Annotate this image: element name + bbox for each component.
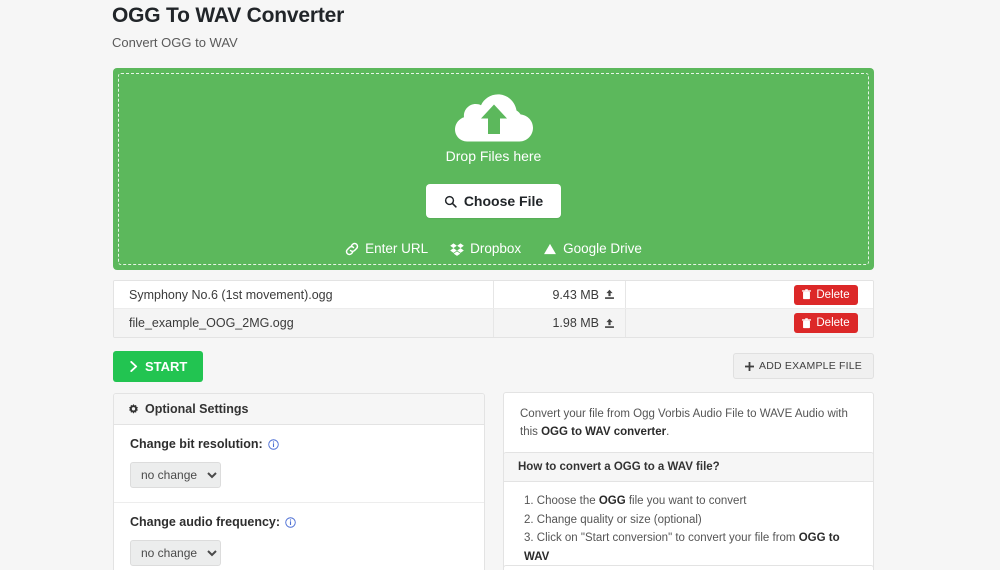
- file-action-cell: Delete: [787, 309, 873, 337]
- delete-label: Delete: [816, 288, 850, 301]
- choose-file-label: Choose File: [463, 193, 544, 209]
- dropbox-label: Dropbox: [470, 241, 522, 256]
- page-subtitle: Convert OGG to WAV: [112, 35, 238, 50]
- setting-bit-resolution: Change bit resolution: no change: [114, 425, 484, 503]
- search-icon: [444, 195, 457, 208]
- enter-url-label: Enter URL: [365, 241, 429, 256]
- howto-title: How to convert a OGG to a WAV file?: [504, 453, 873, 482]
- page-title: OGG To WAV Converter: [112, 4, 345, 27]
- step-pre: Change quality or size (optional): [536, 513, 702, 526]
- file-size-label: 1.98 MB: [552, 316, 599, 330]
- plus-icon: [745, 361, 755, 371]
- step-number: 1.: [524, 495, 534, 507]
- choose-file-button[interactable]: Choose File: [425, 184, 562, 218]
- optional-settings-label: Optional Settings: [145, 402, 249, 416]
- setting-audio-frequency-label-row: Change audio frequency:: [130, 515, 468, 529]
- optional-settings-panel: Optional Settings Change bit resolution:…: [113, 393, 485, 570]
- step-bold: OGG: [598, 495, 626, 507]
- next-panel-stub: [503, 565, 874, 570]
- dropbox-link[interactable]: Dropbox: [450, 241, 521, 256]
- step-pre: Click on "Start conversion" to convert y…: [536, 532, 799, 545]
- add-example-file-label: ADD EXAMPLE FILE: [759, 360, 862, 372]
- list-item: 1. Choose the OGG file you want to conve…: [524, 492, 859, 511]
- file-row-spacer: [626, 281, 787, 308]
- file-list-table: Symphony No.6 (1st movement).ogg 9.43 MB…: [113, 280, 874, 338]
- list-item: 2. Change quality or size (optional): [524, 511, 859, 530]
- list-item: 3. Click on "Start conversion" to conver…: [524, 529, 859, 566]
- dropbox-icon: [450, 242, 464, 256]
- upload-icon: [605, 289, 614, 299]
- howto-panel: How to convert a OGG to a WAV file? 1. C…: [503, 452, 874, 570]
- cloud-upload-icon: [454, 94, 533, 142]
- page-root: OGG To WAV Converter Convert OGG to WAV …: [0, 0, 1000, 570]
- step-number: 3.: [524, 532, 534, 545]
- file-dropzone[interactable]: Drop Files here Choose File Enter URL Dr…: [113, 68, 874, 270]
- converter-description-text: Convert your file from Ogg Vorbis Audio …: [520, 406, 857, 442]
- info-icon[interactable]: [285, 516, 296, 528]
- file-action-cell: Delete: [787, 281, 873, 308]
- table-row: Symphony No.6 (1st movement).ogg 9.43 MB…: [114, 281, 873, 309]
- file-size-label: 9.43 MB: [552, 287, 599, 302]
- table-row: file_example_OOG_2MG.ogg 1.98 MB Delete: [114, 309, 873, 337]
- setting-bit-resolution-label: Change bit resolution:: [130, 437, 263, 451]
- link-icon: [345, 242, 359, 255]
- dropzone-source-links: Enter URL Dropbox Google Drive: [345, 241, 642, 256]
- info-icon[interactable]: [267, 438, 279, 450]
- upload-icon: [605, 318, 614, 328]
- chevron-right-icon: [130, 361, 138, 372]
- google-drive-label: Google Drive: [563, 241, 642, 256]
- add-example-file-button[interactable]: ADD EXAMPLE FILE: [733, 353, 874, 379]
- delete-button[interactable]: Delete: [794, 284, 858, 305]
- step-number: 2.: [524, 513, 534, 526]
- gear-icon: [129, 403, 138, 414]
- google-drive-link[interactable]: Google Drive: [543, 241, 642, 256]
- trash-icon: [802, 317, 812, 328]
- description-suffix: .: [666, 425, 670, 438]
- file-size-cell: 1.98 MB: [494, 309, 626, 337]
- dropzone-label: Drop Files here: [445, 148, 542, 164]
- setting-audio-frequency: Change audio frequency: no change: [114, 503, 484, 570]
- step-pre: Choose the: [536, 495, 599, 507]
- delete-button[interactable]: Delete: [794, 313, 858, 333]
- delete-label: Delete: [816, 317, 850, 329]
- audio-frequency-select[interactable]: no change: [130, 540, 221, 566]
- enter-url-link[interactable]: Enter URL: [345, 241, 428, 256]
- start-label: START: [145, 359, 188, 374]
- converter-description-panel: Convert your file from Ogg Vorbis Audio …: [503, 392, 874, 458]
- howto-step-list: 1. Choose the OGG file you want to conve…: [504, 482, 873, 570]
- page-header: OGG To WAV Converter Convert OGG to WAV: [112, 4, 344, 50]
- setting-bit-resolution-label-row: Change bit resolution:: [130, 437, 468, 451]
- bit-resolution-select[interactable]: no change: [130, 462, 221, 488]
- setting-audio-frequency-label: Change audio frequency:: [130, 515, 281, 529]
- file-name-cell: file_example_OOG_2MG.ogg: [114, 309, 494, 337]
- step-post: file you want to convert: [625, 495, 747, 507]
- trash-icon: [802, 289, 812, 300]
- description-bold: OGG to WAV converter: [541, 425, 667, 438]
- optional-settings-header: Optional Settings: [114, 394, 484, 425]
- file-name-cell: Symphony No.6 (1st movement).ogg: [114, 281, 494, 308]
- file-row-spacer: [626, 309, 787, 337]
- google-drive-icon: [544, 243, 557, 254]
- file-size-cell: 9.43 MB: [494, 281, 626, 308]
- start-button[interactable]: START: [113, 351, 204, 382]
